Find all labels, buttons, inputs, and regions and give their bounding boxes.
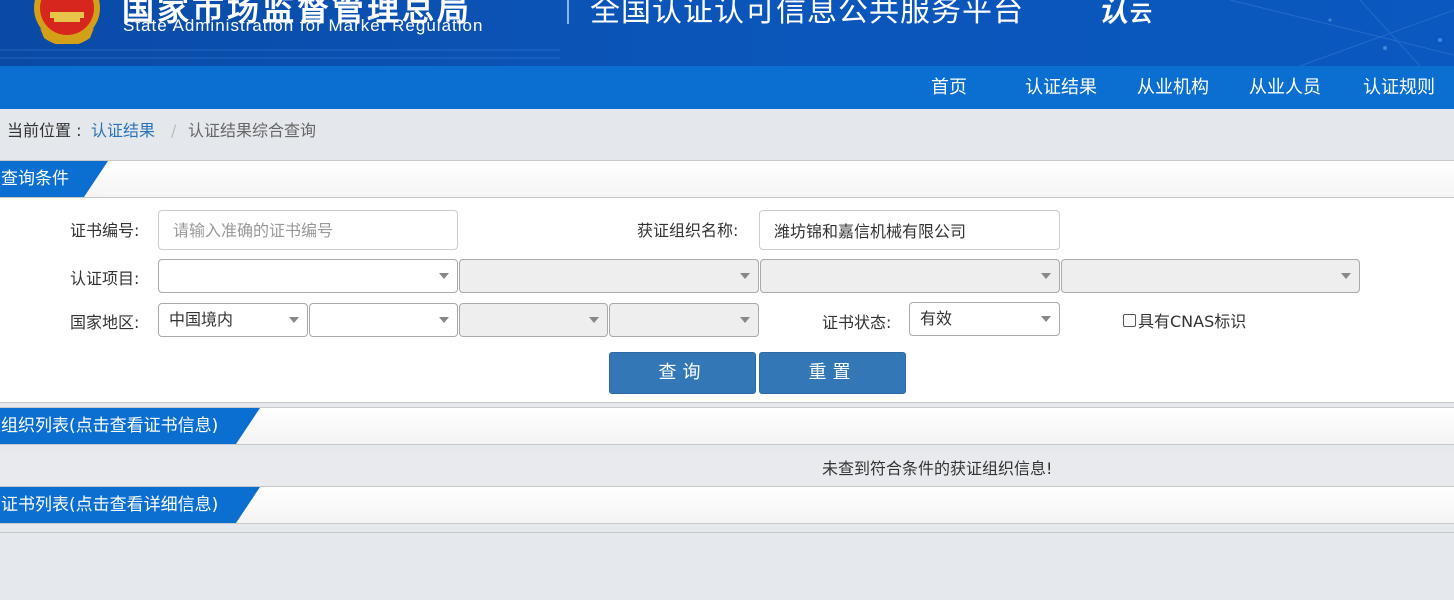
main-nav: 首页 认证结果 从业机构 从业人员 认证规则 bbox=[0, 66, 1454, 109]
nav-item-institutions[interactable]: 从业机构 bbox=[1137, 66, 1209, 109]
status-select[interactable]: 有效 bbox=[909, 302, 1060, 336]
nav-item-cert-results[interactable]: 认证结果 bbox=[1025, 66, 1097, 109]
region-select-district[interactable] bbox=[609, 303, 759, 337]
query-form: 证书编号: 获证组织名称: 认证项目: 国家地区: 中国境内 证书状态: 有效 … bbox=[0, 198, 1454, 403]
cnas-label: 具有CNAS标识 bbox=[1138, 312, 1247, 331]
project-select-2[interactable] bbox=[459, 259, 759, 293]
chevron-down-icon bbox=[439, 273, 449, 279]
agency-name-en: State Administration for Market Regulati… bbox=[123, 16, 484, 35]
nav-item-home[interactable]: 首页 bbox=[931, 66, 967, 109]
chevron-down-icon bbox=[740, 273, 750, 279]
region-select-country-value: 中国境内 bbox=[169, 310, 234, 329]
org-list-title: 组织列表(点击查看证书信息) bbox=[1, 416, 219, 436]
cert-no-input[interactable] bbox=[158, 210, 458, 250]
org-list-header: 组织列表(点击查看证书信息) bbox=[0, 407, 1454, 445]
region-select-province[interactable] bbox=[309, 303, 458, 337]
national-emblem-icon bbox=[30, 0, 104, 46]
region-label: 国家地区: bbox=[70, 313, 140, 332]
site-banner: 国家市场监督管理总局 State Administration for Mark… bbox=[0, 0, 1454, 66]
chevron-down-icon bbox=[1041, 273, 1051, 279]
cert-list-header: 证书列表(点击查看详细信息) bbox=[0, 486, 1454, 524]
status-select-value: 有效 bbox=[920, 309, 953, 328]
org-list-empty-message: 未查到符合条件的获证组织信息! bbox=[822, 459, 1053, 478]
project-select-4[interactable] bbox=[1061, 259, 1360, 293]
cert-list-title: 证书列表(点击查看详细信息) bbox=[1, 495, 219, 515]
chevron-down-icon bbox=[589, 317, 599, 323]
query-panel-header: 查询条件 bbox=[0, 160, 1454, 198]
chevron-down-icon bbox=[740, 317, 750, 323]
org-list-empty-row: 未查到符合条件的获证组织信息! bbox=[0, 451, 1454, 486]
region-select-city[interactable] bbox=[459, 303, 608, 337]
cert-no-label: 证书编号: bbox=[70, 221, 140, 240]
chevron-down-icon bbox=[439, 317, 449, 323]
platform-title: 全国认证认可信息公共服务平台 bbox=[590, 0, 1024, 29]
platform-logo: 认云 bbox=[1098, 0, 1152, 30]
nav-item-personnel[interactable]: 从业人员 bbox=[1249, 66, 1321, 109]
breadcrumb-link-cert-results[interactable]: 认证结果 bbox=[91, 109, 155, 152]
query-panel-title: 查询条件 bbox=[1, 169, 69, 189]
cnas-checkbox[interactable] bbox=[1123, 314, 1136, 327]
project-select-3[interactable] bbox=[760, 259, 1060, 293]
breadcrumb: 当前位置 : 认证结果 / 认证结果综合查询 bbox=[0, 109, 1454, 161]
project-label: 认证项目: bbox=[70, 269, 140, 288]
breadcrumb-separator: / bbox=[171, 121, 177, 140]
chevron-down-icon bbox=[289, 317, 299, 323]
chevron-down-icon bbox=[1341, 273, 1351, 279]
chevron-down-icon bbox=[1041, 316, 1051, 322]
search-button[interactable]: 查询 bbox=[609, 352, 756, 394]
project-select-1[interactable] bbox=[158, 259, 458, 293]
breadcrumb-current: 认证结果综合查询 bbox=[188, 121, 317, 140]
nav-item-rules[interactable]: 认证规则 bbox=[1363, 66, 1435, 109]
region-select-country[interactable]: 中国境内 bbox=[158, 303, 308, 337]
logo-suffix: 云 bbox=[1130, 2, 1153, 27]
reset-button[interactable]: 重置 bbox=[759, 352, 906, 394]
org-name-input[interactable] bbox=[759, 210, 1060, 250]
content-divider bbox=[0, 532, 1454, 533]
breadcrumb-label: 当前位置 : bbox=[7, 121, 82, 140]
org-name-label: 获证组织名称: bbox=[637, 221, 739, 240]
header-divider bbox=[567, 0, 569, 24]
logo-text: 认 bbox=[1098, 0, 1128, 29]
status-label: 证书状态: bbox=[822, 313, 892, 332]
